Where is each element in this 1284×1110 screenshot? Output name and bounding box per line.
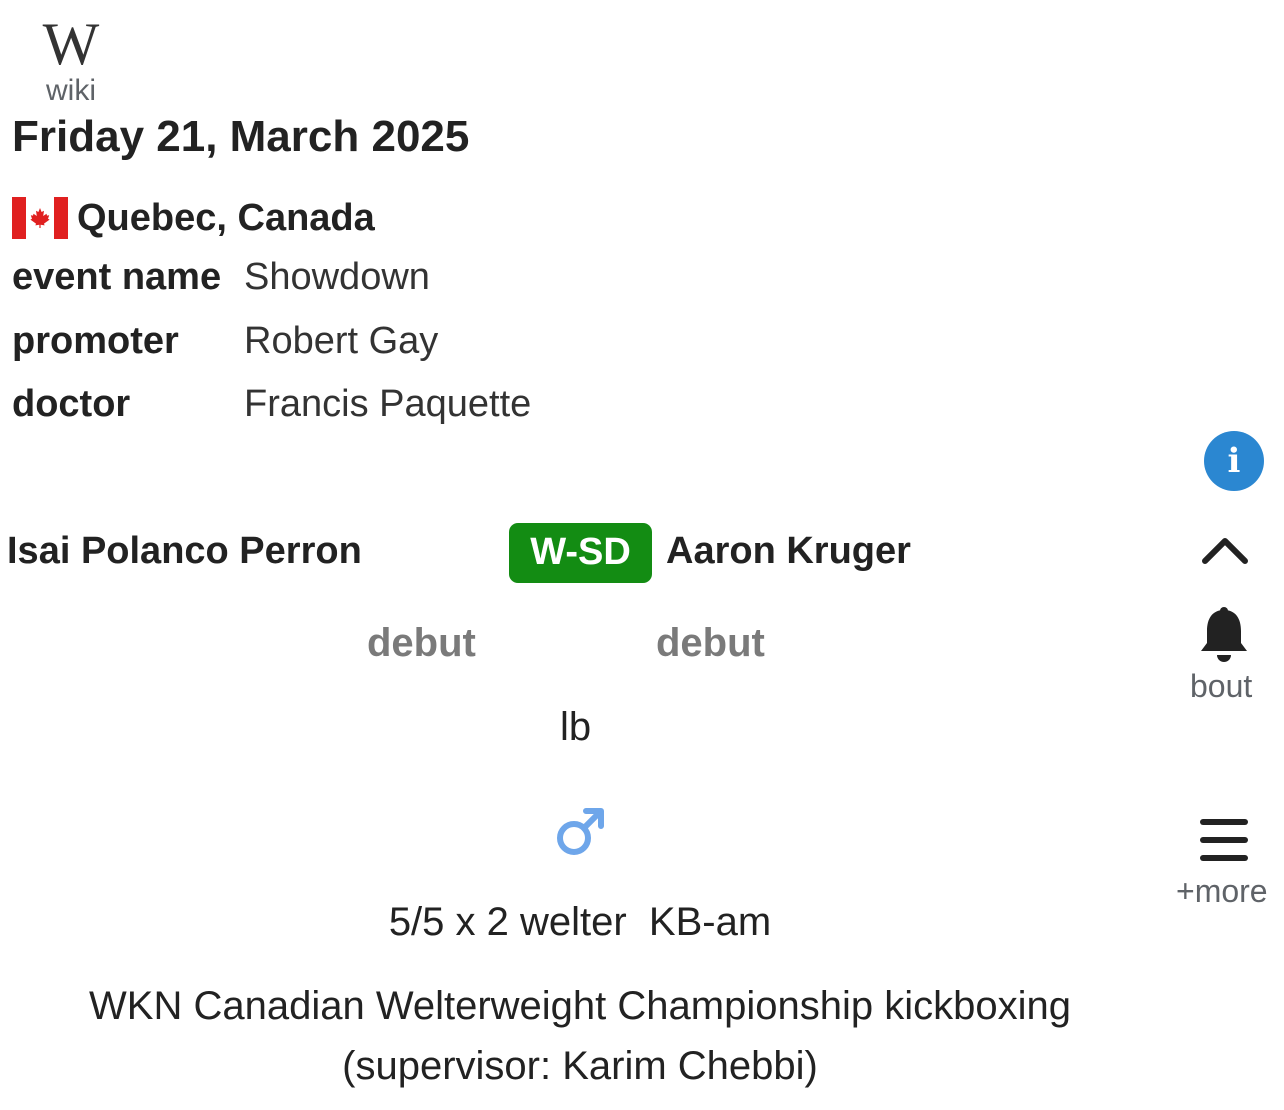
record-left: debut xyxy=(367,621,476,665)
event-date: Friday 21, March 2025 xyxy=(12,112,470,161)
event-location: Quebec, Canada xyxy=(12,193,375,243)
promoter-row: promoter Robert Gay xyxy=(12,320,438,363)
bout-label[interactable]: bout xyxy=(1190,668,1252,705)
wiki-logo[interactable]: W wiki xyxy=(30,14,112,114)
info-icon[interactable]: i xyxy=(1204,431,1264,491)
doctor-value[interactable]: Francis Paquette xyxy=(244,383,531,425)
doctor-key: doctor xyxy=(12,383,131,425)
bout-title: WKN Canadian Welterweight Championship k… xyxy=(89,984,1071,1028)
bell-icon[interactable] xyxy=(1196,605,1252,665)
hamburger-menu-icon[interactable] xyxy=(1199,817,1249,863)
location-text: Quebec, Canada xyxy=(77,196,375,239)
fighter-left[interactable]: Isai Polanco Perron xyxy=(7,530,362,573)
fighter-right[interactable]: Aaron Kruger xyxy=(666,530,911,573)
promoter-value[interactable]: Robert Gay xyxy=(244,320,438,362)
event-name-key: event name xyxy=(12,256,222,298)
canada-flag-icon xyxy=(12,197,68,239)
wiki-label: wiki xyxy=(46,74,96,107)
event-name-value: Showdown xyxy=(244,256,430,298)
male-gender-icon xyxy=(552,802,610,860)
event-name-row: event name Showdown xyxy=(12,256,430,299)
bout-rules: 5/5 x 2 welter KB-am xyxy=(388,900,772,944)
more-label[interactable]: +more xyxy=(1176,873,1268,910)
chevron-up-icon[interactable] xyxy=(1195,527,1255,571)
record-right: debut xyxy=(656,621,765,665)
doctor-row: doctor Francis Paquette xyxy=(12,383,531,426)
promoter-key: promoter xyxy=(12,320,179,362)
result-badge: W-SD xyxy=(509,523,652,583)
wikipedia-logo-icon: W xyxy=(42,11,100,77)
weight-unit: lb xyxy=(560,705,592,749)
bout-supervisor: (supervisor: Karim Chebbi) xyxy=(342,1044,818,1088)
